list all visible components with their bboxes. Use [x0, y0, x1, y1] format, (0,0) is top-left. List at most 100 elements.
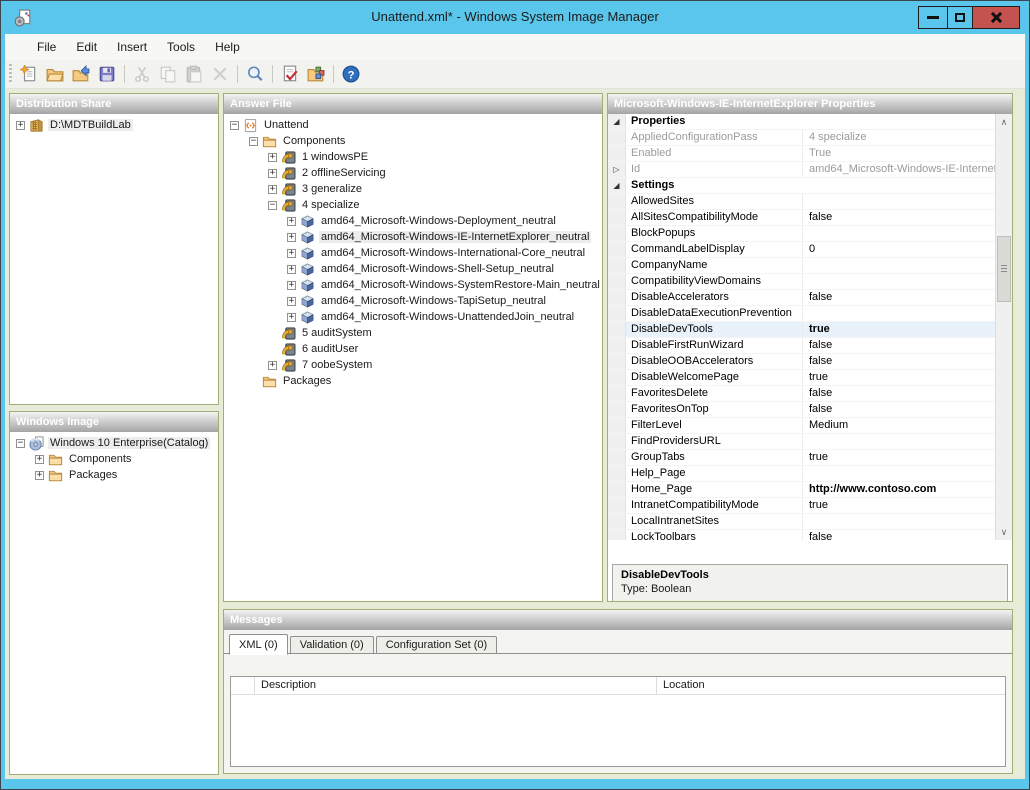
Id[interactable]: ▷ Id amd64_Microsoft-Windows-IE-Internet… — [608, 162, 995, 178]
tab-validation[interactable]: Validation (0) — [290, 636, 374, 654]
title-bar[interactable]: Unattend.xml* - Windows System Image Man… — [1, 1, 1029, 34]
tree-expander[interactable]: + — [35, 455, 44, 464]
property-value[interactable]: false — [803, 338, 995, 353]
FilterLevel[interactable]: FilterLevel Medium — [608, 418, 995, 434]
DisableAccelerators[interactable]: DisableAccelerators false — [608, 290, 995, 306]
Help_Page[interactable]: Help_Page — [608, 466, 995, 482]
menu-item[interactable]: Insert — [107, 36, 157, 58]
tree-expander[interactable]: + — [16, 121, 25, 130]
tab-configuration-set[interactable]: Configuration Set (0) — [376, 636, 498, 654]
FavoritesDelete[interactable]: FavoritesDelete false — [608, 386, 995, 402]
tree-expander[interactable]: − — [230, 121, 239, 130]
open-answer-file-button[interactable] — [68, 62, 94, 86]
Settings[interactable]: ◢ Settings — [608, 178, 995, 194]
property-value[interactable]: 0 — [803, 242, 995, 257]
menu-item[interactable]: Help — [205, 36, 250, 58]
property-value[interactable]: false — [803, 386, 995, 401]
new-answer-file-button[interactable] — [16, 62, 42, 86]
property-value[interactable]: true — [803, 450, 995, 465]
tree-item[interactable]: + 1 windowsPE — [224, 149, 602, 165]
menu-item[interactable]: Edit — [66, 36, 107, 58]
property-value[interactable]: amd64_Microsoft-Windows-IE-InternetEx — [803, 162, 995, 177]
property-value[interactable] — [803, 114, 995, 129]
AllowedSites[interactable]: AllowedSites — [608, 194, 995, 210]
property-value[interactable] — [803, 306, 995, 321]
find-button[interactable] — [242, 62, 268, 86]
property-value[interactable] — [803, 466, 995, 481]
property-value[interactable]: true — [803, 370, 995, 385]
tree-expander[interactable]: + — [287, 313, 296, 322]
create-configuration-set-button[interactable] — [303, 62, 329, 86]
DisableOOBAccelerators[interactable]: DisableOOBAccelerators false — [608, 354, 995, 370]
tree-item[interactable]: + amd64_Microsoft-Windows-TapiSetup_neut… — [224, 293, 602, 309]
tree-item[interactable]: + amd64_Microsoft-Windows-Deployment_neu… — [224, 213, 602, 229]
tree-item[interactable]: Packages — [224, 373, 602, 389]
CompanyName[interactable]: CompanyName — [608, 258, 995, 274]
maximize-button[interactable] — [947, 6, 973, 29]
tree-item[interactable]: + amd64_Microsoft-Windows-Shell-Setup_ne… — [224, 261, 602, 277]
location-column-header[interactable]: Location — [657, 677, 1005, 694]
LocalIntranetSites[interactable]: LocalIntranetSites — [608, 514, 995, 530]
tree-item[interactable]: + amd64_Microsoft-Windows-International-… — [224, 245, 602, 261]
tree-expander[interactable]: + — [287, 249, 296, 258]
toolbar-button[interactable] — [233, 62, 242, 86]
tree-expander[interactable]: + — [268, 185, 277, 194]
Home_Page[interactable]: Home_Page http://www.contoso.com — [608, 482, 995, 498]
property-value[interactable]: false — [803, 402, 995, 417]
cut-button[interactable] — [129, 62, 155, 86]
help-button[interactable] — [338, 62, 364, 86]
CompatibilityViewDomains[interactable]: CompatibilityViewDomains — [608, 274, 995, 290]
tree-expander[interactable]: + — [287, 297, 296, 306]
FavoritesOnTop[interactable]: FavoritesOnTop false — [608, 402, 995, 418]
open-distribution-share-button[interactable] — [42, 62, 68, 86]
tree-expander[interactable]: − — [268, 201, 277, 210]
tree-item[interactable]: + amd64_Microsoft-Windows-UnattendedJoin… — [224, 309, 602, 325]
toolbar-button[interactable] — [329, 62, 338, 86]
property-value[interactable] — [803, 178, 995, 193]
scrollbar-thumb[interactable] — [997, 236, 1011, 302]
GroupTabs[interactable]: GroupTabs true — [608, 450, 995, 466]
property-value[interactable]: false — [803, 290, 995, 305]
tree-expander[interactable]: + — [287, 281, 296, 290]
tree-item[interactable]: + Components — [10, 451, 218, 467]
property-value[interactable] — [803, 258, 995, 273]
scroll-down-icon[interactable]: ∨ — [996, 524, 1012, 540]
copy-button[interactable] — [155, 62, 181, 86]
property-value[interactable]: false — [803, 530, 995, 540]
property-value[interactable]: 4 specialize — [803, 130, 995, 145]
toolbar-button[interactable] — [268, 62, 277, 86]
AppliedConfigurationPass[interactable]: AppliedConfigurationPass 4 specialize — [608, 130, 995, 146]
property-value[interactable]: true — [803, 498, 995, 513]
property-value[interactable]: false — [803, 354, 995, 369]
property-value[interactable]: http://www.contoso.com — [803, 482, 995, 497]
save-answer-file-button[interactable] — [94, 62, 120, 86]
tree-item[interactable]: − 4 specialize — [224, 197, 602, 213]
property-value[interactable] — [803, 274, 995, 289]
DisableDevTools[interactable]: DisableDevTools true — [608, 322, 995, 338]
tree-expander[interactable]: + — [287, 217, 296, 226]
IntranetCompatibilityMode[interactable]: IntranetCompatibilityMode true — [608, 498, 995, 514]
scroll-up-icon[interactable]: ∧ — [996, 114, 1012, 130]
CommandLabelDisplay[interactable]: CommandLabelDisplay 0 — [608, 242, 995, 258]
tree-expander[interactable]: + — [287, 233, 296, 242]
tree-item[interactable]: + D:\MDTBuildLab — [10, 117, 218, 133]
properties-scrollbar[interactable]: ∧ ∨ — [995, 114, 1012, 540]
tree-expander[interactable]: − — [16, 439, 25, 448]
BlockPopups[interactable]: BlockPopups — [608, 226, 995, 242]
tree-item[interactable]: + 7 oobeSystem — [224, 357, 602, 373]
tree-item[interactable]: 6 auditUser — [224, 341, 602, 357]
property-value[interactable] — [803, 434, 995, 449]
tree-expander[interactable]: + — [268, 169, 277, 178]
property-value[interactable] — [803, 226, 995, 241]
tree-item[interactable]: + amd64_Microsoft-Windows-SystemRestore-… — [224, 277, 602, 293]
tree-expander[interactable]: − — [249, 137, 258, 146]
tree-item[interactable]: + 3 generalize — [224, 181, 602, 197]
tree-expander[interactable]: + — [287, 265, 296, 274]
tab-xml[interactable]: XML (0) — [229, 634, 288, 655]
DisableFirstRunWizard[interactable]: DisableFirstRunWizard false — [608, 338, 995, 354]
toolbar-grip[interactable] — [9, 64, 12, 84]
delete-button[interactable] — [207, 62, 233, 86]
property-value[interactable]: false — [803, 210, 995, 225]
tree-item[interactable]: + Packages — [10, 467, 218, 483]
property-value[interactable]: True — [803, 146, 995, 161]
